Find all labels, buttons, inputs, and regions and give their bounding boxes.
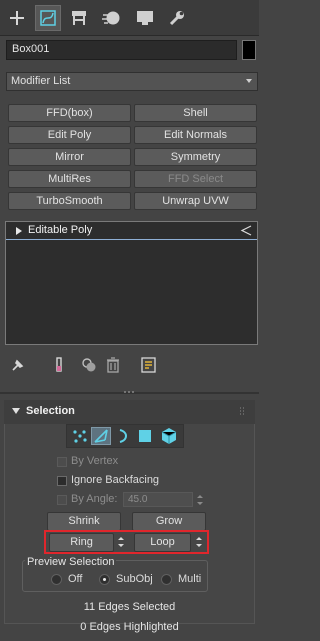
border-icon bbox=[119, 429, 127, 443]
preview-subobj-label: SubObj bbox=[116, 573, 153, 585]
hierarchy-tab[interactable] bbox=[66, 5, 92, 31]
monitor-icon bbox=[137, 11, 153, 25]
edges-highlighted-status: 0 Edges Highlighted bbox=[80, 621, 179, 633]
modifier-button-turbosmooth[interactable]: TurboSmooth bbox=[8, 192, 131, 210]
stack-toolbar bbox=[0, 352, 259, 378]
light-bulb-toggle-icon[interactable] bbox=[240, 225, 252, 236]
expand-arrow-icon[interactable] bbox=[15, 226, 23, 236]
show-end-result-icon bbox=[56, 357, 62, 372]
ring-button[interactable]: Ring bbox=[49, 533, 114, 552]
pin-stack-button[interactable] bbox=[9, 356, 27, 374]
vertex-level-button[interactable] bbox=[70, 427, 90, 445]
modifier-button-shell[interactable]: Shell bbox=[134, 104, 257, 122]
ignore-backfacing-checkbox[interactable] bbox=[57, 476, 67, 486]
modifier-button-edit-normals[interactable]: Edit Normals bbox=[134, 126, 257, 144]
loop-spinner-icon[interactable] bbox=[195, 535, 203, 549]
create-tab[interactable] bbox=[4, 5, 30, 31]
stack-item-editable-poly[interactable]: Editable Poly bbox=[6, 222, 257, 240]
motion-tab[interactable] bbox=[99, 5, 125, 31]
configure-modifier-sets-icon bbox=[141, 357, 156, 373]
utilities-tab[interactable] bbox=[164, 5, 190, 31]
hierarchy-icon bbox=[72, 11, 86, 25]
rollout-collapse-icon bbox=[12, 408, 20, 414]
element-level-button[interactable] bbox=[159, 427, 179, 445]
modifier-button-edit-poly[interactable]: Edit Poly bbox=[8, 126, 131, 144]
make-unique-icon bbox=[82, 358, 96, 372]
modifier-button-unwrap-uvw[interactable]: Unwrap UVW bbox=[134, 192, 257, 210]
motion-icon bbox=[102, 11, 120, 25]
loop-button[interactable]: Loop bbox=[134, 533, 191, 552]
modifier-button-mirror[interactable]: Mirror bbox=[8, 148, 131, 166]
shrink-button[interactable]: Shrink bbox=[47, 512, 121, 531]
display-tab[interactable] bbox=[132, 5, 158, 31]
modifier-button-ffd-box[interactable]: FFD(box) bbox=[8, 104, 131, 122]
ring-spinner-icon[interactable] bbox=[117, 535, 125, 549]
by-angle-spinner: 45.0 bbox=[123, 492, 193, 507]
modifier-button-multires[interactable]: MultiRes bbox=[8, 170, 131, 188]
object-color-swatch[interactable] bbox=[242, 40, 256, 60]
edge-level-button[interactable] bbox=[91, 427, 111, 445]
modifier-list-label: Modifier List bbox=[11, 75, 71, 87]
configure-modifier-sets-button[interactable] bbox=[140, 356, 158, 374]
chevron-down-icon bbox=[246, 79, 252, 83]
modify-tab[interactable] bbox=[35, 5, 61, 31]
show-end-result-button[interactable] bbox=[50, 356, 68, 374]
panel-divider bbox=[0, 389, 259, 395]
polygon-level-button[interactable] bbox=[135, 427, 155, 445]
rollout-grip-icon bbox=[240, 407, 244, 415]
object-name-field[interactable]: Box001 bbox=[6, 40, 237, 60]
edges-selected-status: 11 Edges Selected bbox=[83, 601, 176, 613]
preview-off-label: Off bbox=[68, 573, 83, 585]
by-vertex-checkbox bbox=[57, 457, 67, 467]
modifier-button-ffd-select: FFD Select bbox=[134, 170, 257, 188]
modifier-button-symmetry[interactable]: Symmetry bbox=[134, 148, 257, 166]
rollout-title: Selection bbox=[26, 405, 75, 417]
preview-multi-radio[interactable] bbox=[161, 574, 172, 585]
polygon-icon bbox=[139, 430, 151, 442]
subobject-level-bar bbox=[66, 424, 184, 448]
modify-curve-icon bbox=[40, 10, 56, 26]
pin-stack-icon bbox=[12, 359, 24, 371]
preview-selection-title: Preview Selection bbox=[25, 556, 117, 568]
by-vertex-label: By Vertex bbox=[71, 455, 119, 467]
preview-subobj-radio[interactable] bbox=[99, 574, 110, 585]
ignore-backfacing-label: Ignore Backfacing bbox=[71, 474, 160, 486]
preview-multi-label: Multi bbox=[178, 573, 202, 585]
element-icon bbox=[161, 428, 177, 444]
selection-rollout-header[interactable]: Selection bbox=[4, 400, 255, 424]
modifier-list-dropdown[interactable]: Modifier List bbox=[6, 72, 258, 91]
border-level-button[interactable] bbox=[113, 427, 133, 445]
make-unique-button[interactable] bbox=[80, 356, 98, 374]
command-panel-tabs bbox=[0, 0, 259, 36]
plus-icon bbox=[10, 11, 24, 25]
grow-button[interactable]: Grow bbox=[132, 512, 206, 531]
wrench-icon bbox=[169, 11, 184, 26]
remove-modifier-icon bbox=[107, 357, 119, 373]
by-angle-checkbox bbox=[57, 495, 67, 505]
edge-icon bbox=[94, 429, 108, 443]
by-angle-label: By Angle: bbox=[71, 493, 118, 505]
remove-modifier-button[interactable] bbox=[104, 356, 122, 374]
vertex-icon bbox=[73, 430, 87, 443]
spinner-arrows-icon bbox=[197, 495, 203, 505]
resize-grip-icon[interactable] bbox=[122, 389, 138, 395]
modifier-stack[interactable]: Editable Poly bbox=[5, 221, 258, 345]
stack-item-label: Editable Poly bbox=[28, 224, 93, 236]
radio-selected-dot bbox=[103, 578, 106, 581]
preview-off-radio[interactable] bbox=[51, 574, 62, 585]
